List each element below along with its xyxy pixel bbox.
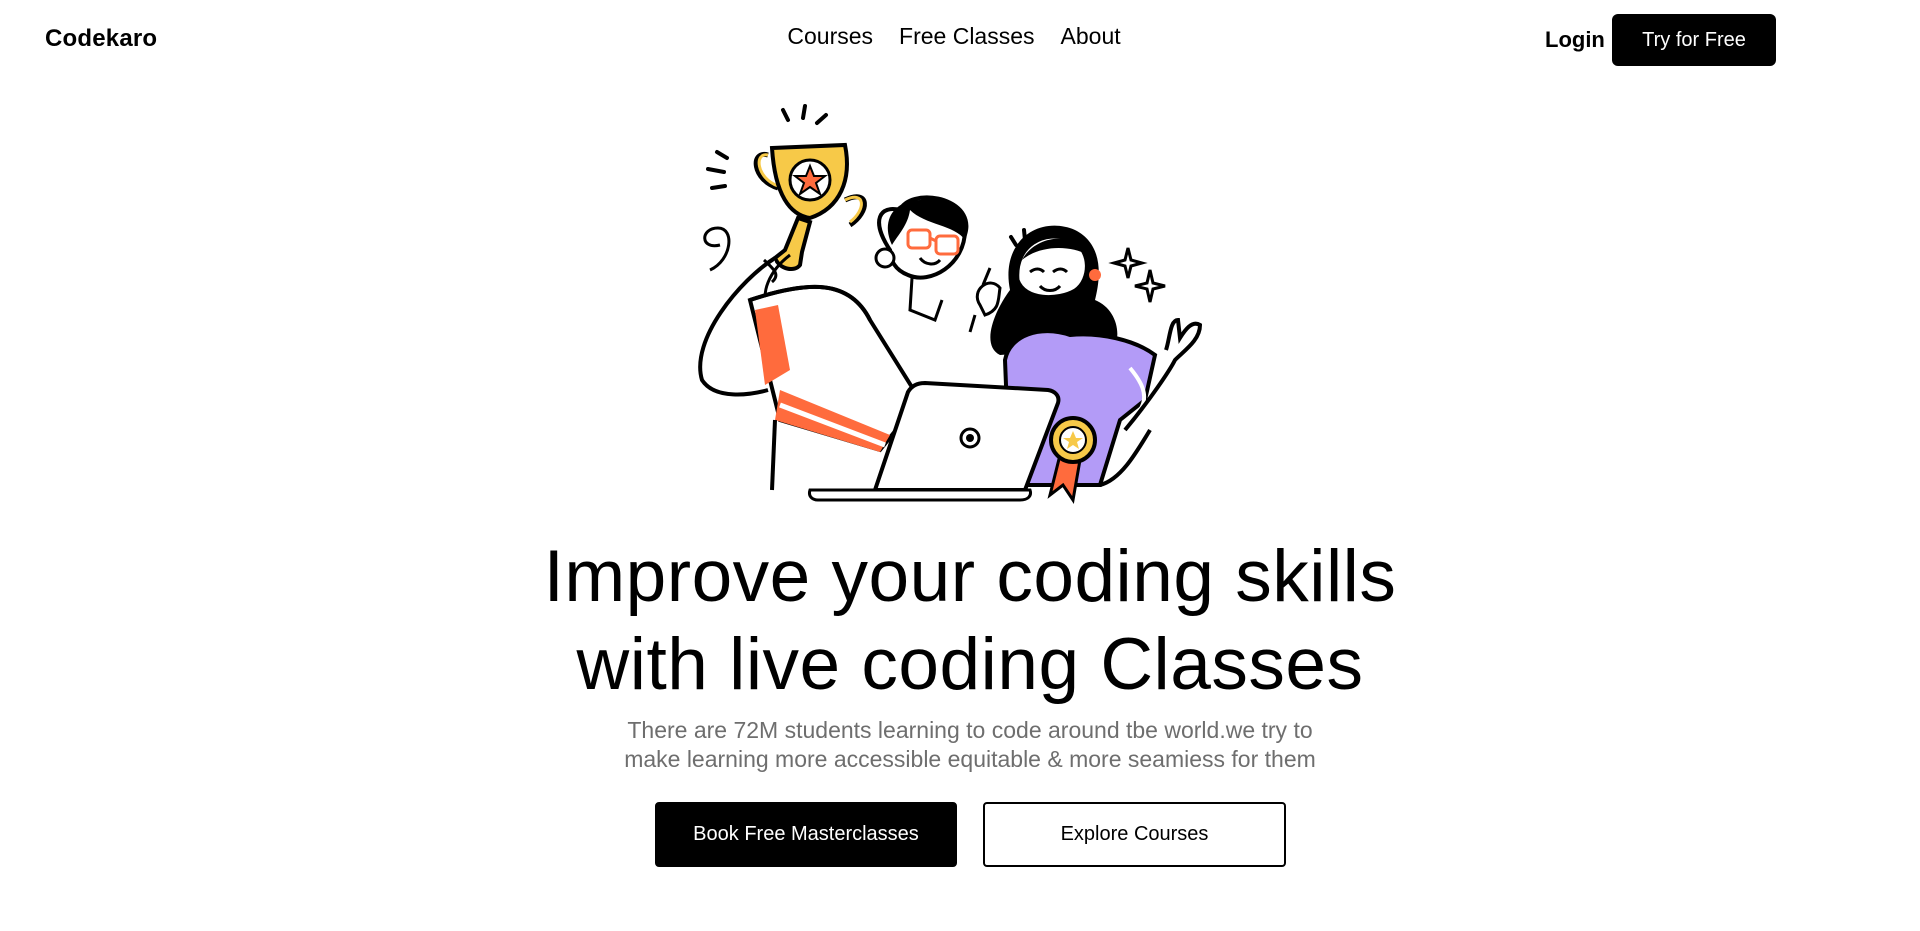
hero-title-line-2: with live coding Classes xyxy=(576,624,1364,705)
login-link[interactable]: Login xyxy=(1545,27,1605,53)
nav-item-free-classes[interactable]: Free Classes xyxy=(899,23,1034,50)
hero-illustration xyxy=(698,104,1203,504)
hero-subtitle: There are 72M students learning to code … xyxy=(560,716,1380,774)
book-free-masterclasses-button[interactable]: Book Free Masterclasses xyxy=(655,802,957,867)
nav-item-courses[interactable]: Courses xyxy=(787,23,873,50)
cta-row: Book Free Masterclasses Explore Courses xyxy=(0,802,1920,868)
hero-title: Improve your coding skills with live cod… xyxy=(0,533,1920,709)
try-for-free-button[interactable]: Try for Free xyxy=(1612,14,1776,66)
trophy-icon xyxy=(753,142,867,272)
hero-subtitle-line-1: There are 72M students learning to code … xyxy=(627,717,1313,743)
hero-subtitle-line-2: make learning more accessible equitable … xyxy=(624,746,1316,772)
hero-title-line-1: Improve your coding skills xyxy=(543,536,1397,617)
nav-item-about[interactable]: About xyxy=(1061,23,1121,50)
explore-courses-button[interactable]: Explore Courses xyxy=(983,802,1286,867)
sparkle-icon xyxy=(1108,247,1166,303)
